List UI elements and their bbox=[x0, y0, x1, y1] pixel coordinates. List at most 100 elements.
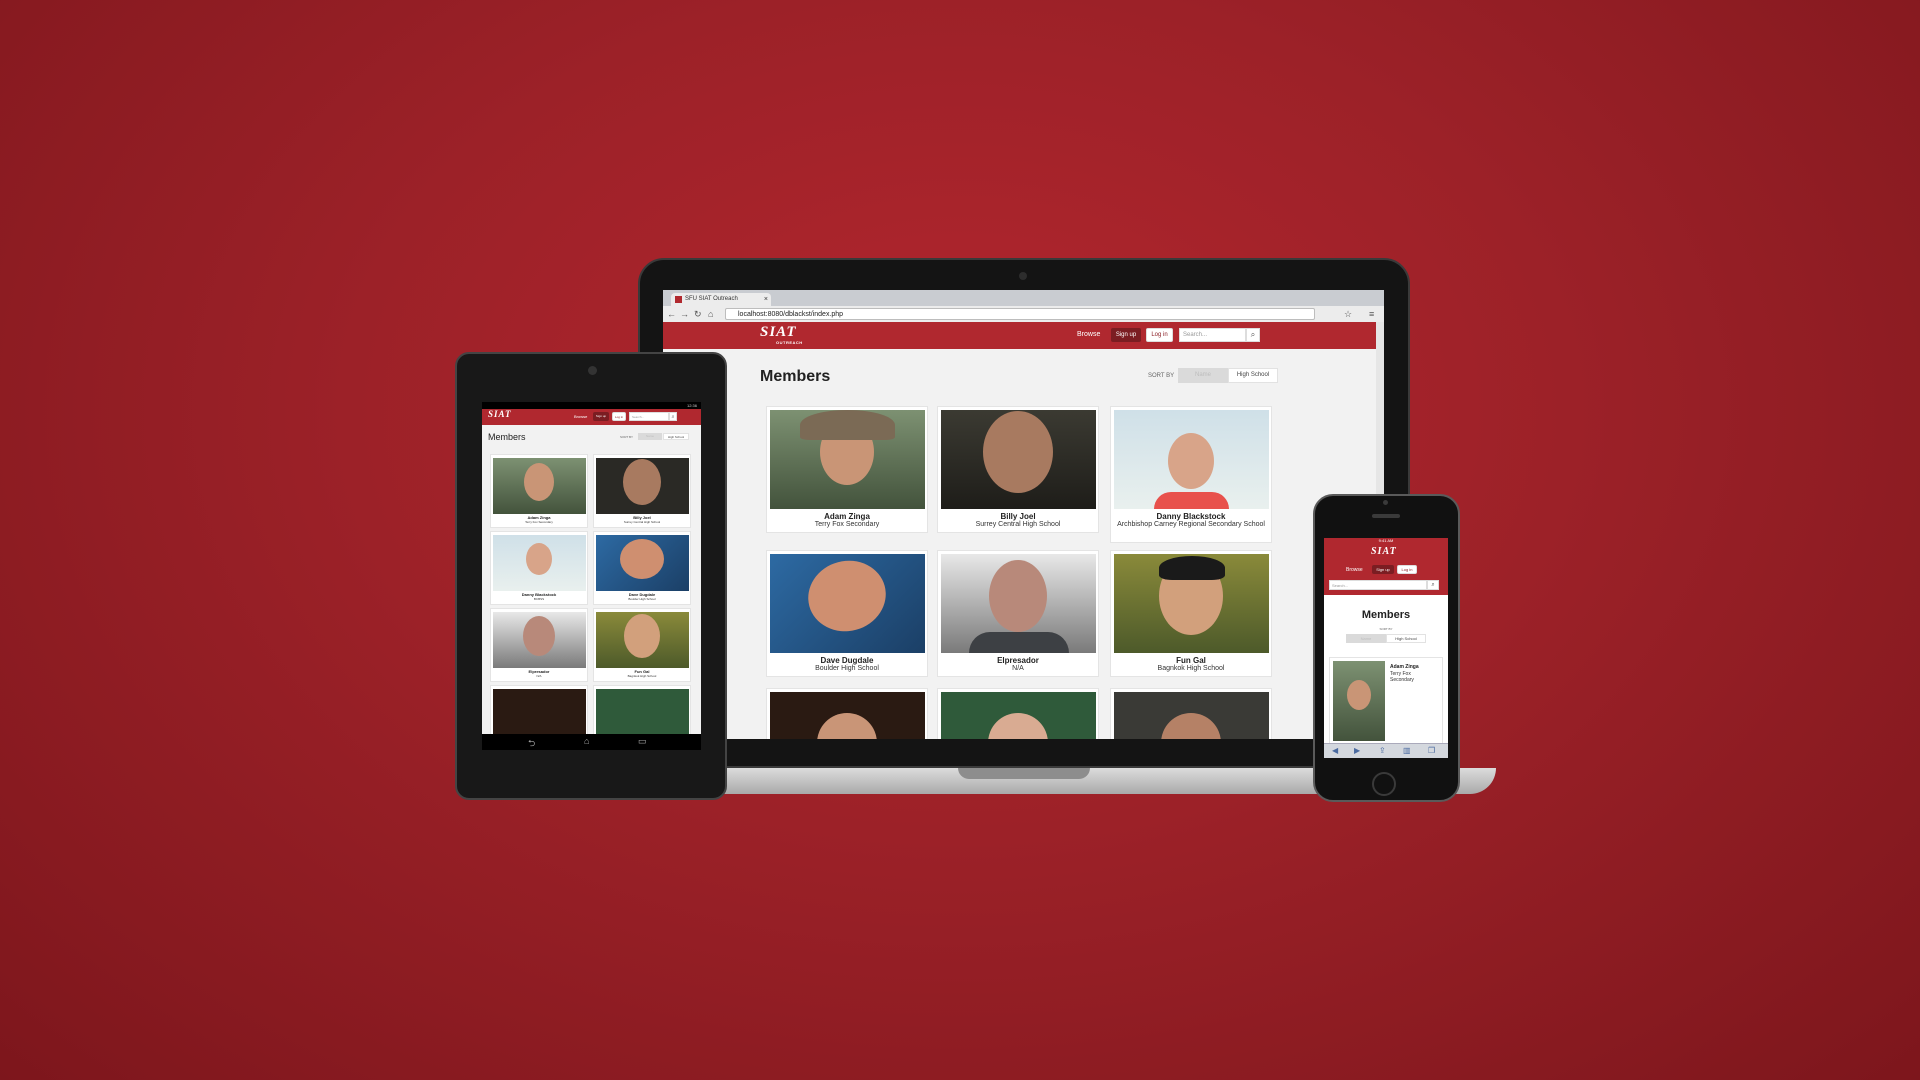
member-name: Adam Zinga bbox=[1390, 664, 1419, 670]
close-tab-icon[interactable]: × bbox=[764, 293, 768, 306]
search-icon[interactable]: ⌕ bbox=[669, 412, 677, 421]
search-input[interactable]: Search... bbox=[629, 412, 669, 421]
member-photo bbox=[595, 458, 689, 514]
member-photo bbox=[1113, 692, 1269, 739]
shirt-shape bbox=[1153, 492, 1229, 509]
tab-title: SFU SIAT Outreach bbox=[685, 296, 738, 302]
member-name: Billy Joel bbox=[1000, 512, 1036, 521]
back-icon[interactable]: ◀ bbox=[1332, 746, 1338, 755]
member-card[interactable] bbox=[594, 686, 690, 736]
recent-apps-icon[interactable]: ▭ bbox=[638, 736, 647, 747]
member-photo bbox=[940, 692, 1096, 739]
share-icon[interactable]: ⇪ bbox=[1379, 746, 1386, 755]
member-school: Bagnkok High School bbox=[627, 674, 657, 678]
member-school: N/A bbox=[536, 674, 542, 678]
member-card[interactable] bbox=[1111, 689, 1271, 739]
member-card[interactable] bbox=[938, 689, 1098, 739]
signup-button[interactable]: Sign up bbox=[1111, 328, 1141, 342]
member-card[interactable]: Elpresador N/A bbox=[491, 609, 587, 681]
logo-subtitle: OUTREACH bbox=[776, 340, 803, 345]
member-school: Surrey Central High School bbox=[975, 521, 1061, 528]
sort-name-button[interactable]: Name bbox=[638, 433, 662, 440]
laptop-screen: SFU SIAT Outreach × ← → ↻ ⌂ localhost:80… bbox=[663, 290, 1384, 739]
sort-name-button[interactable]: Name bbox=[1178, 368, 1228, 383]
address-input[interactable]: localhost:8080/dblackst/index.php bbox=[725, 308, 1315, 320]
member-photo bbox=[1113, 554, 1269, 653]
member-photo bbox=[769, 410, 925, 509]
browser-tab[interactable]: SFU SIAT Outreach × bbox=[671, 293, 771, 306]
search-icon[interactable]: ⌕ bbox=[1427, 580, 1439, 590]
siat-logo[interactable]: SIAT bbox=[488, 409, 512, 419]
page-title: Members bbox=[1361, 609, 1411, 621]
back-icon[interactable]: ⮌ bbox=[528, 736, 535, 750]
member-card[interactable]: Danny Blackstock Archbishop Carney Regio… bbox=[1111, 407, 1271, 542]
member-card[interactable] bbox=[767, 689, 927, 739]
nav-browse-link[interactable]: Browse bbox=[1346, 567, 1363, 573]
search-input[interactable]: Search... bbox=[1329, 580, 1427, 590]
browser-tab-bar: SFU SIAT Outreach × bbox=[663, 290, 1384, 306]
home-icon[interactable]: ⌂ bbox=[708, 308, 713, 320]
phone-home-button[interactable] bbox=[1372, 772, 1396, 796]
member-card[interactable]: Danny Blackstock BCBSS bbox=[491, 532, 587, 604]
jacket-shape bbox=[968, 632, 1069, 653]
login-button[interactable]: Log in bbox=[612, 412, 626, 421]
login-button[interactable]: Log in bbox=[1146, 328, 1173, 342]
reload-icon[interactable]: ↻ bbox=[694, 308, 702, 320]
signup-button[interactable]: Sign up bbox=[1372, 565, 1394, 574]
member-photo bbox=[940, 554, 1096, 653]
phone-screen: 9:41 AM SIAT Browse Sign up Log in Searc… bbox=[1324, 538, 1448, 758]
member-photo bbox=[769, 554, 925, 653]
phone-site-header: SIAT Browse Sign up Log in Search... ⌕ bbox=[1324, 544, 1448, 595]
member-card[interactable]: Fun Gal Bagnkok High School bbox=[594, 609, 690, 681]
member-card[interactable]: Elpresador N/A bbox=[938, 551, 1098, 676]
signup-button[interactable]: Sign up bbox=[593, 412, 609, 421]
tablet-status-bar: 12:36 bbox=[482, 402, 701, 409]
back-icon[interactable]: ← bbox=[667, 308, 676, 320]
member-school: Terry Fox Secondary bbox=[525, 520, 553, 524]
member-card[interactable]: Adam Zinga Terry Fox Secondary bbox=[1330, 658, 1442, 744]
tabs-icon[interactable]: ❐ bbox=[1428, 746, 1435, 755]
sort-highschool-button[interactable]: High School bbox=[663, 433, 689, 440]
siat-logo[interactable]: SIAT bbox=[1371, 546, 1397, 557]
search-icon[interactable]: ⌕ bbox=[1246, 328, 1260, 342]
nav-browse-link[interactable]: Browse bbox=[574, 414, 587, 419]
member-name: Fun Gal bbox=[1176, 656, 1206, 665]
member-card[interactable]: Billy Joel Surrey Central High School bbox=[594, 455, 690, 527]
sort-highschool-button[interactable]: High School bbox=[1228, 368, 1278, 383]
hair-shape bbox=[1158, 556, 1225, 580]
favicon-icon bbox=[675, 296, 682, 303]
member-photo bbox=[1113, 410, 1269, 509]
member-photo bbox=[492, 612, 586, 668]
member-card[interactable]: Fun Gal Bagnkok High School bbox=[1111, 551, 1271, 676]
site-header: SIAT OUTREACH Browse Sign up Log in Sear… bbox=[663, 322, 1376, 349]
member-photo bbox=[940, 410, 1096, 509]
sort-highschool-button[interactable]: High School bbox=[1386, 634, 1426, 643]
member-photo bbox=[595, 612, 689, 668]
browser-menu-icon[interactable]: ≡ bbox=[1369, 308, 1374, 320]
phone-camera bbox=[1383, 500, 1388, 505]
forward-icon[interactable]: ▶ bbox=[1354, 746, 1360, 755]
member-school: Terry Fox Secondary bbox=[814, 521, 880, 528]
member-card[interactable] bbox=[491, 686, 587, 736]
bookmarks-icon[interactable]: ▥ bbox=[1403, 746, 1411, 755]
laptop-camera bbox=[1019, 272, 1027, 280]
member-school: N/A bbox=[1012, 665, 1024, 672]
member-card[interactable]: Billy Joel Surrey Central High School bbox=[938, 407, 1098, 532]
forward-icon[interactable]: → bbox=[680, 308, 689, 320]
search-input[interactable]: Search... bbox=[1179, 328, 1246, 342]
member-card[interactable]: Adam Zinga Terry Fox Secondary bbox=[767, 407, 927, 532]
nav-browse-link[interactable]: Browse bbox=[1077, 331, 1100, 338]
sort-name-button[interactable]: Name bbox=[1346, 634, 1386, 643]
member-photo bbox=[769, 692, 925, 739]
home-icon[interactable]: ⌂ bbox=[584, 736, 589, 746]
bookmark-star-icon[interactable]: ☆ bbox=[1344, 308, 1352, 320]
member-school: Boulder High School bbox=[628, 597, 656, 601]
tablet-site-header: SIAT Browse Sign up Log in Search... ⌕ bbox=[482, 409, 701, 425]
member-card[interactable]: Dave Dugdale Boulder High School bbox=[767, 551, 927, 676]
login-button[interactable]: Log in bbox=[1397, 565, 1417, 574]
member-card[interactable]: Dave Dugdale Boulder High School bbox=[594, 532, 690, 604]
member-photo bbox=[1333, 661, 1385, 741]
phone-browser-toolbar: ◀ ▶ ⇪ ▥ ❐ bbox=[1324, 743, 1448, 758]
siat-logo[interactable]: SIAT bbox=[760, 324, 797, 341]
member-card[interactable]: Adam Zinga Terry Fox Secondary bbox=[491, 455, 587, 527]
